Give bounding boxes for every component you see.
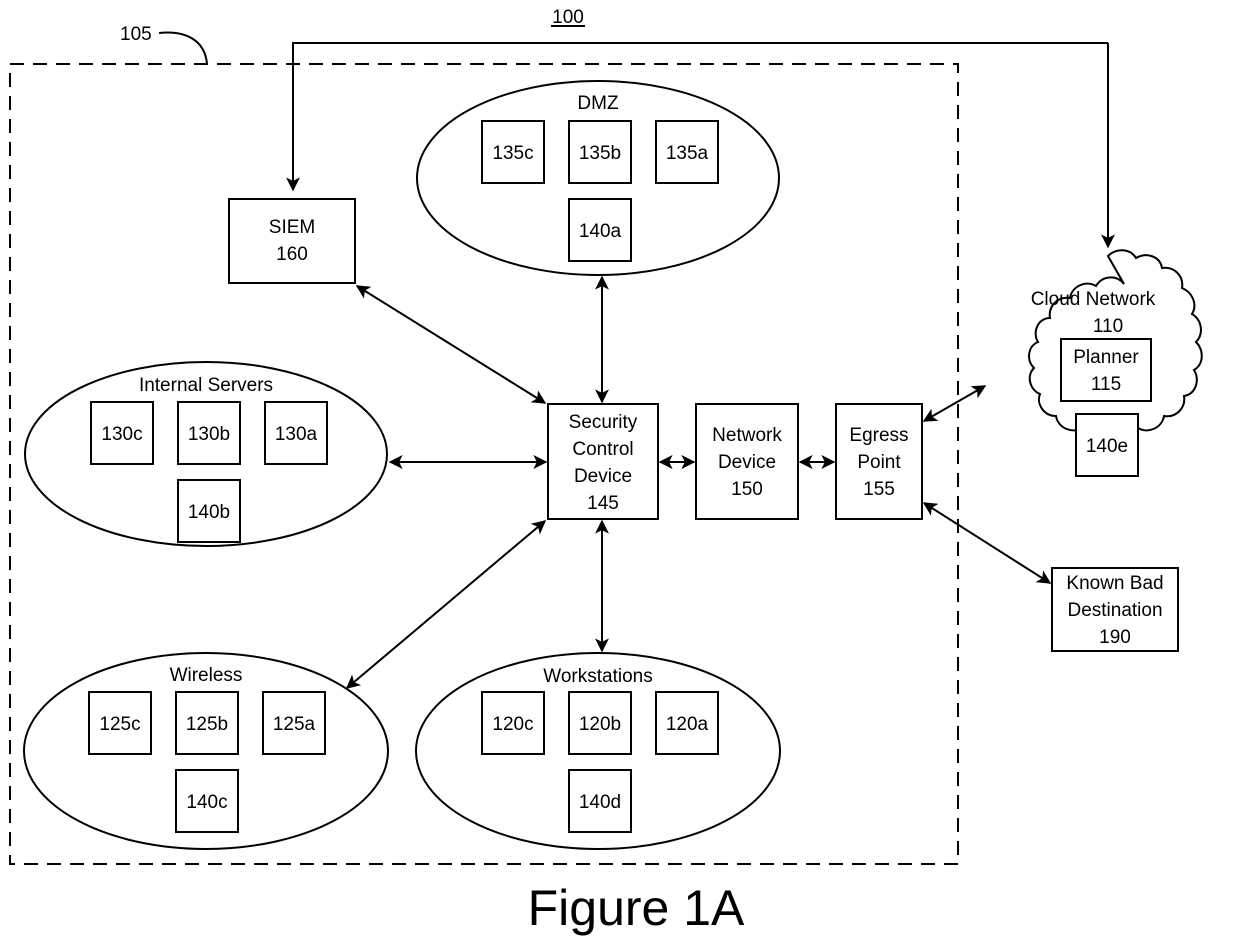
enterprise-ref-label: 105: [120, 24, 152, 45]
egress-to-cloud-connector: [922, 385, 987, 422]
planner-ref: 115: [1091, 374, 1121, 395]
node-label: 140e: [1086, 436, 1128, 457]
node-label: 140c: [186, 792, 227, 813]
system-ref-label: 100: [552, 7, 584, 28]
node-label: 120a: [666, 714, 709, 735]
node-label: 140b: [188, 502, 230, 523]
node-label: 130a: [275, 424, 318, 445]
planner-name: Planner: [1073, 347, 1139, 368]
zone-title: Workstations: [543, 666, 652, 687]
device-ref: 155: [863, 479, 895, 500]
siem-device[interactable]: SIEM 160: [228, 198, 356, 284]
egress-point[interactable]: Egress Point 155: [835, 403, 923, 520]
node-label: 135b: [579, 143, 621, 164]
device-label-line: Device: [574, 466, 632, 487]
zone-title: Internal Servers: [139, 375, 273, 396]
node-label: 130c: [101, 424, 142, 445]
siem-name: SIEM: [269, 217, 315, 238]
cloud-ref: 110: [1093, 316, 1123, 337]
known-bad-destination[interactable]: Known Bad Destination 190: [1051, 567, 1179, 652]
device-ref: 145: [587, 493, 619, 514]
network-device[interactable]: Network Device 150: [695, 403, 799, 520]
node-label: 125c: [99, 714, 140, 735]
device-label-line: Device: [718, 452, 776, 473]
node-label: 140a: [579, 221, 622, 242]
device-label-line: Point: [857, 452, 901, 473]
node-label: 120b: [579, 714, 621, 735]
zone-internal-servers: Internal Servers 130c 130b 130a 140b: [24, 361, 388, 547]
cloud-network[interactable]: Cloud Network 110 Planner 115 140e: [1028, 249, 1203, 477]
node-label: 125b: [186, 714, 228, 735]
cloud-title: Cloud Network: [1031, 289, 1156, 310]
figure-caption: Figure 1A: [528, 880, 745, 936]
network-diagram: 100 105 DMZ 135c 135b 135a 140a Internal…: [9, 7, 1203, 936]
device-label-line: Known Bad: [1066, 573, 1163, 594]
device-label-line: Security: [569, 412, 638, 433]
node-label: 135c: [492, 143, 533, 164]
node-label: 125a: [273, 714, 316, 735]
device-label-line: Destination: [1067, 600, 1162, 621]
node-label: 135a: [666, 143, 709, 164]
zone-title: Wireless: [170, 665, 243, 686]
zone-workstations: Workstations 120c 120b 120a 140d: [415, 652, 781, 850]
device-ref: 150: [731, 479, 763, 500]
node-label: 130b: [188, 424, 230, 445]
siem-ref: 160: [276, 244, 308, 265]
siem-to-security-connector: [355, 285, 547, 404]
device-ref: 190: [1099, 627, 1131, 648]
node-label: 120c: [492, 714, 533, 735]
device-label-line: Network: [712, 425, 782, 446]
enterprise-ref-leader: [158, 31, 208, 65]
zone-wireless: Wireless 125c 125b 125a 140c: [23, 652, 389, 850]
egress-to-known-bad-connector: [922, 502, 1052, 584]
zone-title: DMZ: [577, 93, 619, 114]
zone-dmz: DMZ 135c 135b 135a 140a: [416, 80, 780, 276]
device-label-line: Control: [572, 439, 633, 460]
node-label: 140d: [579, 792, 621, 813]
device-label-line: Egress: [849, 425, 908, 446]
security-control-device[interactable]: Security Control Device 145: [547, 403, 659, 520]
